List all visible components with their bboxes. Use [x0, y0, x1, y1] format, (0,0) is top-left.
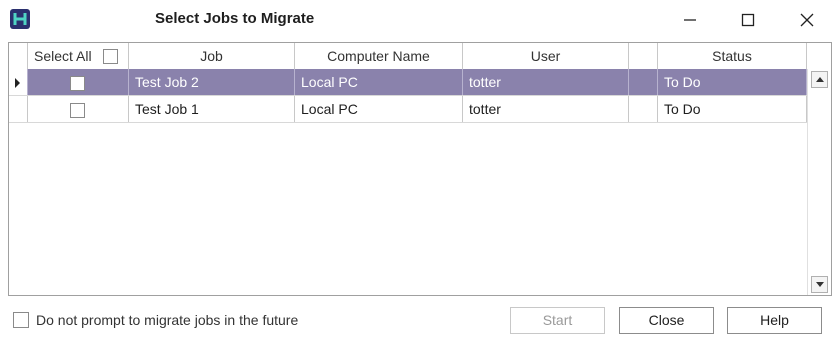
select-all-label: Select All	[34, 48, 92, 64]
app-logo-icon	[10, 9, 30, 29]
close-window-button[interactable]	[795, 8, 819, 32]
minimize-button[interactable]	[678, 8, 702, 32]
start-button[interactable]: Start	[510, 307, 605, 334]
vertical-scrollbar[interactable]	[807, 69, 831, 295]
window-title: Select Jobs to Migrate	[155, 10, 315, 27]
do-not-prompt-label[interactable]: Do not prompt to migrate jobs in the fut…	[36, 312, 298, 328]
arrow-up-icon	[816, 77, 824, 82]
scroll-up-button[interactable]	[811, 71, 828, 88]
minimize-icon	[684, 19, 696, 21]
row-header[interactable]	[9, 96, 28, 122]
select-all-checkbox[interactable]	[103, 48, 119, 64]
help-button[interactable]: Help	[727, 307, 822, 334]
row-select-checkbox[interactable]	[70, 102, 85, 118]
computer-name-column-header[interactable]: Computer Name	[295, 43, 463, 69]
blank-cell[interactable]	[629, 69, 658, 95]
table-row[interactable]: Test Job 1 Local PC totter To Do	[9, 96, 807, 123]
current-row-indicator-icon	[15, 78, 20, 88]
user-cell[interactable]: totter	[463, 69, 629, 95]
row-header-corner	[9, 43, 28, 69]
do-not-prompt-checkbox[interactable]	[13, 312, 29, 328]
job-cell[interactable]: Test Job 2	[129, 69, 295, 95]
table-row[interactable]: Test Job 2 Local PC totter To Do	[9, 69, 807, 96]
user-cell[interactable]: totter	[463, 96, 629, 122]
maximize-icon	[741, 13, 755, 27]
title-bar: Select Jobs to Migrate	[0, 0, 835, 40]
select-all-column-header: Select All	[28, 43, 129, 69]
status-cell[interactable]: To Do	[658, 69, 807, 95]
arrow-down-icon	[816, 282, 824, 287]
close-button[interactable]: Close	[619, 307, 714, 334]
scroll-down-button[interactable]	[811, 276, 828, 293]
blank-column-header[interactable]	[629, 43, 658, 69]
user-column-header[interactable]: User	[463, 43, 629, 69]
row-select-cell	[28, 96, 129, 122]
row-header[interactable]	[9, 69, 28, 95]
computer-name-cell[interactable]: Local PC	[295, 96, 463, 122]
grid-header: Select All Job Computer Name User Status	[9, 43, 807, 70]
row-select-cell	[28, 69, 129, 95]
status-cell[interactable]: To Do	[658, 96, 807, 122]
computer-name-cell[interactable]: Local PC	[295, 69, 463, 95]
jobs-grid: Select All Job Computer Name User Status…	[8, 42, 832, 296]
job-cell[interactable]: Test Job 1	[129, 96, 295, 122]
job-column-header[interactable]: Job	[129, 43, 295, 69]
blank-cell[interactable]	[629, 96, 658, 122]
maximize-button[interactable]	[736, 8, 760, 32]
close-icon	[800, 13, 814, 27]
row-select-checkbox[interactable]	[70, 75, 85, 91]
status-column-header[interactable]: Status	[658, 43, 807, 69]
